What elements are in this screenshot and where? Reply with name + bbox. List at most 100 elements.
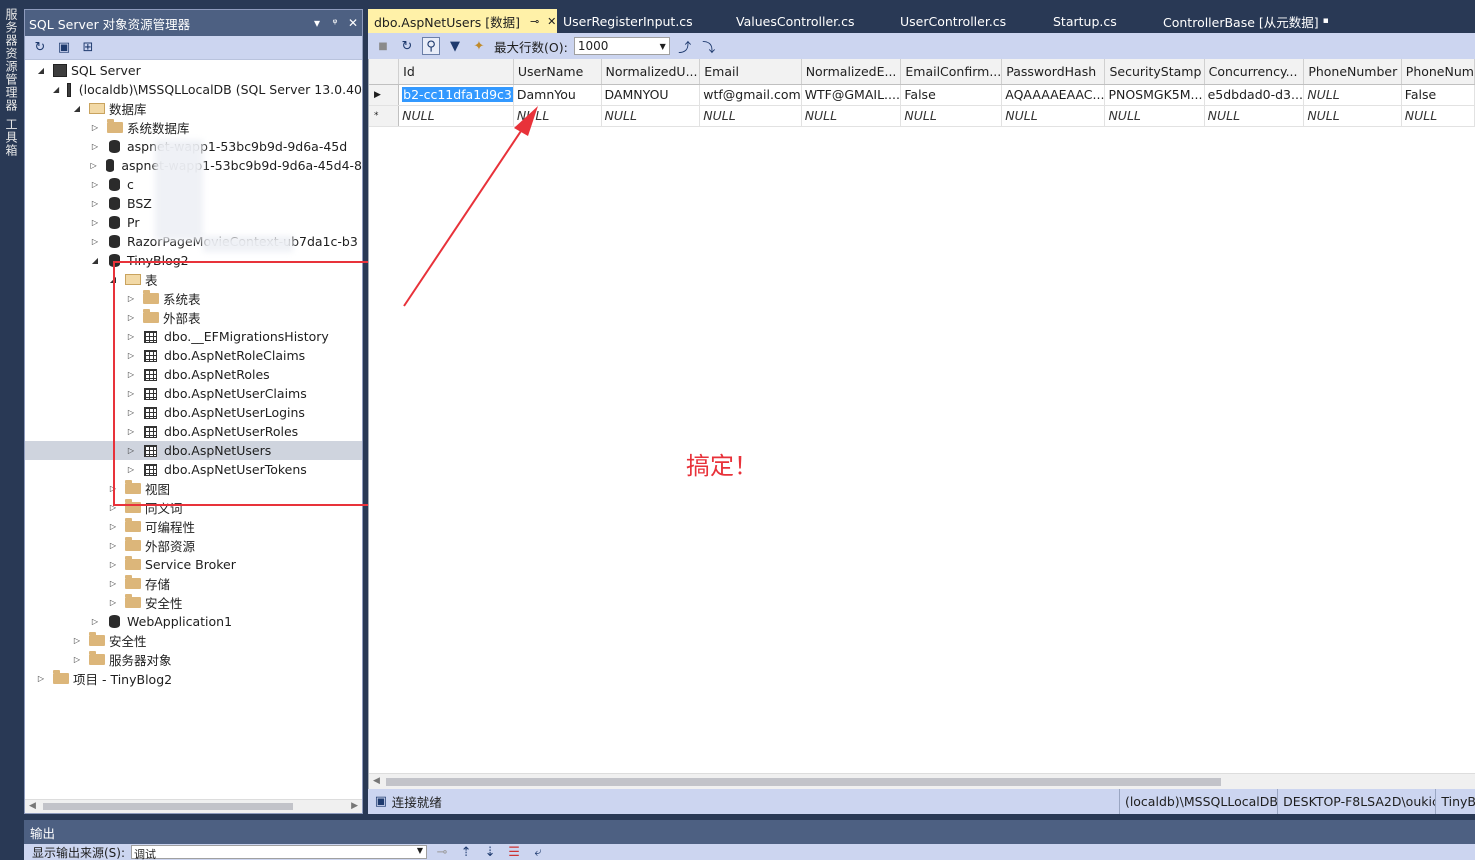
- tab-userregisterinput[interactable]: UserRegisterInput.cs: [557, 9, 730, 33]
- column-header[interactable]: Id: [398, 59, 514, 85]
- dropdown-icon[interactable]: ▾: [308, 16, 326, 30]
- table-cell[interactable]: NULL: [1401, 105, 1475, 127]
- column-header[interactable]: PhoneNumber: [1303, 59, 1402, 85]
- table-cell[interactable]: AQAAAAEAAC...: [1001, 84, 1106, 106]
- tree-item[interactable]: ▷ dbo.AspNetRoles: [25, 365, 362, 384]
- expand-icon[interactable]: ▷: [107, 579, 119, 588]
- tab-aspnetusers-data[interactable]: dbo.AspNetUsers [数据] ⊸ ✕: [368, 9, 557, 33]
- tab-usercontroller[interactable]: UserController.cs: [894, 9, 1047, 33]
- collapse-icon[interactable]: ◢: [35, 66, 47, 75]
- expand-icon[interactable]: ▷: [107, 560, 119, 569]
- expand-icon[interactable]: ▷: [89, 199, 101, 208]
- corner-header[interactable]: [369, 59, 400, 85]
- expand-icon[interactable]: ▷: [89, 617, 101, 626]
- tree-item[interactable]: ▷ 项目 - TinyBlog2: [25, 669, 362, 688]
- explorer-horizontal-scrollbar[interactable]: ◀ ▶: [25, 799, 362, 813]
- column-header[interactable]: NormalizedE...: [801, 59, 902, 85]
- tree-item[interactable]: ▷ 可编程性: [25, 517, 362, 536]
- tree-item[interactable]: ◢ 数据库: [25, 99, 362, 118]
- tree-item[interactable]: ▷ 服务器对象: [25, 650, 362, 669]
- tree-item[interactable]: ▷ dbo.AspNetUserClaims: [25, 384, 362, 403]
- table-cell[interactable]: NULL: [1001, 105, 1106, 127]
- toolbox-tab[interactable]: 工具箱: [3, 118, 20, 157]
- row-header[interactable]: ▶: [369, 84, 400, 106]
- table-cell[interactable]: DamnYou: [513, 84, 602, 106]
- table-cell[interactable]: NULL: [1303, 105, 1402, 127]
- tree-item[interactable]: ◢ 表: [25, 270, 362, 289]
- column-header[interactable]: PhoneNum: [1401, 59, 1475, 85]
- tree-item[interactable]: ▷ dbo.__EFMigrationsHistory: [25, 327, 362, 346]
- expand-icon[interactable]: ▷: [89, 237, 101, 246]
- server-explorer-tab[interactable]: 服务器资源管理器: [3, 8, 20, 112]
- expand-icon[interactable]: ▷: [125, 408, 137, 417]
- expand-icon[interactable]: ▷: [125, 389, 137, 398]
- collapse-icon[interactable]: ◢: [53, 85, 59, 94]
- filter-icon[interactable]: ▼: [446, 37, 464, 55]
- expand-icon[interactable]: ▷: [89, 123, 101, 132]
- tree-item[interactable]: ▷ 安全性: [25, 593, 362, 612]
- tree-item[interactable]: ▷ dbo.AspNetRoleClaims: [25, 346, 362, 365]
- expand-icon[interactable]: ▷: [89, 142, 101, 151]
- expand-icon[interactable]: ▷: [125, 446, 137, 455]
- expand-icon[interactable]: ▷: [125, 370, 137, 379]
- tree-item[interactable]: ▷ 外部表: [25, 308, 362, 327]
- tree-item[interactable]: ▷ 视图: [25, 479, 362, 498]
- table-cell[interactable]: DAMNYOU: [601, 84, 701, 106]
- table-cell[interactable]: e5dbdad0-d3...: [1204, 84, 1305, 106]
- tree-item[interactable]: ◢ (localdb)\MSSQLLocalDB (SQL Server 13.0…: [25, 80, 362, 99]
- table-cell[interactable]: NULL: [398, 105, 514, 127]
- expand-icon[interactable]: ▷: [71, 636, 83, 645]
- export-script-icon[interactable]: ⤴: [676, 37, 694, 56]
- tree-item[interactable]: ▷ 系统数据库: [25, 118, 362, 137]
- expand-icon[interactable]: ▷: [125, 332, 137, 341]
- import-script-icon[interactable]: ⤵: [700, 37, 718, 56]
- table-cell[interactable]: NULL: [801, 105, 902, 127]
- filter-sort-icon[interactable]: ⚲: [422, 37, 440, 55]
- expand-icon[interactable]: ▷: [125, 313, 137, 322]
- clear-all-icon[interactable]: ☰: [505, 845, 523, 860]
- collapse-icon[interactable]: ◢: [107, 275, 119, 284]
- column-header[interactable]: Email: [699, 59, 802, 85]
- table-cell[interactable]: False: [1401, 84, 1475, 106]
- expand-icon[interactable]: ▷: [107, 503, 119, 512]
- table-row[interactable]: * NULL NULL NULL NULL NULL NULL NULL NULL NULL NUL…: [369, 105, 1475, 127]
- column-header[interactable]: UserName: [513, 59, 602, 85]
- table-cell[interactable]: PNOSMGK5M...: [1104, 84, 1205, 106]
- expand-icon[interactable]: ▷: [125, 427, 137, 436]
- scroll-left-icon[interactable]: ◀: [29, 801, 36, 811]
- refresh-icon[interactable]: ↻: [31, 39, 49, 57]
- table-row[interactable]: ▶ b2-cc11dfa1d9c3 DamnYou DAMNYOU wtf@gmail.…: [369, 84, 1475, 106]
- close-icon[interactable]: ✕: [344, 16, 362, 30]
- column-header[interactable]: PasswordHash: [1001, 59, 1106, 85]
- expand-icon[interactable]: ▷: [107, 598, 119, 607]
- table-cell[interactable]: False: [900, 84, 1003, 106]
- tab-valuescontroller[interactable]: ValuesController.cs: [730, 9, 894, 33]
- table-cell[interactable]: NULL: [1204, 105, 1305, 127]
- tree-item[interactable]: ▷ Service Broker: [25, 555, 362, 574]
- expand-icon[interactable]: ▷: [89, 218, 101, 227]
- tree-item[interactable]: ◢ SQL Server: [25, 61, 362, 80]
- tree-item[interactable]: ▷ dbo.AspNetUserRoles: [25, 422, 362, 441]
- tree-item[interactable]: ▷ dbo.AspNetUsers: [25, 441, 362, 460]
- chevron-down-icon[interactable]: ▼: [660, 42, 669, 51]
- collapse-icon[interactable]: ◢: [89, 256, 101, 265]
- prev-message-icon[interactable]: ⇡: [457, 845, 475, 860]
- tree-item[interactable]: ▷ 存储: [25, 574, 362, 593]
- column-header[interactable]: Concurrency...: [1204, 59, 1305, 85]
- stop-icon[interactable]: ■: [374, 37, 392, 55]
- add-server-icon[interactable]: ▣: [55, 39, 73, 57]
- tree-item[interactable]: ▷ dbo.AspNetUserTokens: [25, 460, 362, 479]
- next-message-icon[interactable]: ⇣: [481, 845, 499, 860]
- column-header[interactable]: NormalizedU...: [601, 59, 701, 85]
- scroll-left-icon[interactable]: ◀: [373, 776, 380, 786]
- pin-icon[interactable]: ᵠ: [326, 16, 344, 30]
- scroll-thumb[interactable]: [386, 778, 1221, 786]
- table-cell[interactable]: NULL: [1104, 105, 1205, 127]
- expand-icon[interactable]: ▷: [89, 161, 98, 170]
- table-cell[interactable]: NULL: [900, 105, 1003, 127]
- scroll-thumb[interactable]: [43, 803, 293, 810]
- find-icon[interactable]: ⊸: [433, 845, 451, 860]
- close-icon[interactable]: ✕: [547, 15, 556, 28]
- expand-icon[interactable]: ▷: [89, 180, 101, 189]
- expand-icon[interactable]: ▷: [71, 655, 83, 664]
